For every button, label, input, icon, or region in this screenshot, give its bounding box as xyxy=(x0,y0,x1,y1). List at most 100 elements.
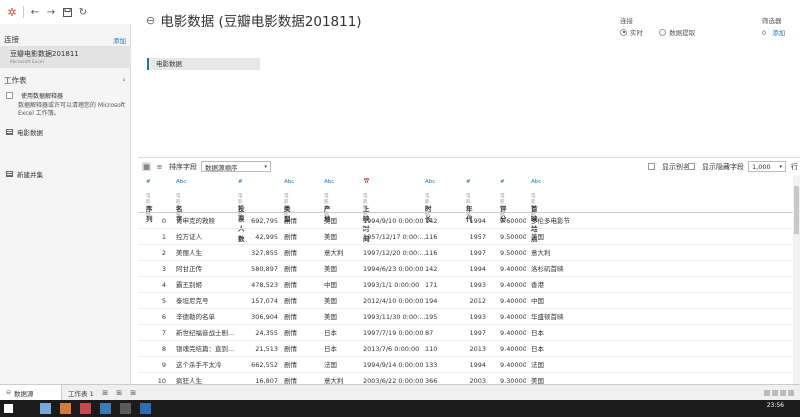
table-row[interactable]: 0 肖申克的救赎 692,795 剧情 美国 1994/9/10 0:00:00 142 19… xyxy=(138,213,793,229)
table-cell: 9.60000 xyxy=(500,217,526,225)
rows-select[interactable]: 1,000 ▾ xyxy=(748,161,786,172)
table-row[interactable]: 6 辛德勒的名单 306,904 剧情 美国 1993/11/30 0:00:... 195… xyxy=(138,309,793,325)
sort-select[interactable]: 数据源顺序 ▾ xyxy=(201,161,271,172)
windows-taskbar: 23:56 xyxy=(0,400,800,417)
table-row[interactable]: 9 这个杀手不太冷 662,552 剧情 法国 1994/9/14 0:00:00 133 1… xyxy=(138,357,793,373)
forward-arrow-icon[interactable]: → xyxy=(43,4,59,20)
chevron-down-icon: ▾ xyxy=(264,163,267,170)
table-cell: 9.40000 xyxy=(500,361,526,369)
page-title[interactable]: 电影数据 (豆瓣电影数据201811) xyxy=(160,10,361,30)
sort-value: 数据源顺序 xyxy=(205,163,238,172)
filters-label: 筛选器 xyxy=(762,17,782,25)
start-icon[interactable] xyxy=(4,404,13,413)
taskbar-app-icon[interactable] xyxy=(80,403,91,414)
table-cell: 中国 xyxy=(531,297,544,305)
column-type-icon: # xyxy=(500,179,505,185)
new-story-icon[interactable]: ⊞ xyxy=(128,388,139,397)
union-icon xyxy=(6,171,13,177)
table-cell: 1994 xyxy=(469,217,486,225)
table-row[interactable]: 7 新世纪福音战士剧... 24,355 剧情 日本 1997/7/19 0:00:00 8… xyxy=(138,325,793,341)
back-arrow-icon[interactable]: ← xyxy=(27,4,43,20)
vertical-scrollbar[interactable] xyxy=(793,176,800,384)
table-cell: 剧情 xyxy=(284,217,297,225)
interpreter-checkbox[interactable] xyxy=(6,92,13,99)
table-cell: 剧情 xyxy=(284,249,297,257)
table-cell: 华盛顿首映 xyxy=(531,313,564,321)
table-cell: 171 xyxy=(425,281,438,289)
taskbar-app-icon[interactable] xyxy=(140,403,151,414)
main-toolbar: ✲ ← → ↻ xyxy=(0,0,138,24)
table-cell: 1994/9/10 0:00:00 xyxy=(363,217,424,225)
show-alias-option[interactable]: 显示别名 xyxy=(648,162,690,172)
prev-tab-icon[interactable] xyxy=(772,389,778,396)
search-icon[interactable]: ⌕ xyxy=(122,76,126,85)
connection-item[interactable]: 豆瓣电影数据201811 Microsoft Excel xyxy=(0,46,131,68)
table-cell: 8 xyxy=(161,345,166,353)
taskbar-app-icon[interactable] xyxy=(40,403,51,414)
table-cell: 662,552 xyxy=(251,361,278,369)
add-connection-link[interactable]: 添加 xyxy=(113,35,126,45)
tableau-logo-icon[interactable]: ✲ xyxy=(4,4,20,20)
live-option[interactable]: 实时 xyxy=(620,27,643,37)
table-cell: 1997/12/20 0:00:... xyxy=(363,249,425,257)
table-cell: 1997 xyxy=(469,329,486,337)
table-cell: 美国 xyxy=(324,313,337,321)
table-cell: 1994/9/14 0:00:00 xyxy=(363,361,424,369)
data-interpreter-option[interactable]: 使用数据解释器 xyxy=(6,91,63,100)
table-row[interactable]: 3 阿甘正传 580,897 剧情 美国 1994/6/23 0:00:00 142 1994… xyxy=(138,261,793,277)
grid-view-icon[interactable]: ▦ xyxy=(142,162,151,171)
save-icon[interactable] xyxy=(59,4,75,20)
datasource-icon: ⊖ xyxy=(6,389,12,396)
sheet-tab-bar: ⊖ 数据源 工作表 1 ⊞ ⊞ ⊞ xyxy=(0,384,800,401)
taskbar-app-icon[interactable] xyxy=(100,403,111,414)
new-dashboard-icon[interactable]: ⊞ xyxy=(114,388,125,397)
table-cell: 1994 xyxy=(469,265,486,273)
next-tab-icon[interactable] xyxy=(780,389,786,396)
table-cell: 日本 xyxy=(531,345,544,353)
sheet-item-movie-data[interactable]: 电影数据 xyxy=(6,127,43,137)
table-cell: 42,995 xyxy=(255,233,278,241)
table-cell: 美丽人生 xyxy=(176,249,202,257)
table-cell: 辛德勒的名单 xyxy=(176,313,215,321)
table-row[interactable]: 5 泰坦尼克号 157,074 剧情 美国 2012/4/10 0:00:00 194 201… xyxy=(138,293,793,309)
list-view-icon[interactable]: ≡ xyxy=(155,162,164,171)
taskbar-app-icon[interactable] xyxy=(120,403,131,414)
taskbar-clock[interactable]: 23:56 xyxy=(767,402,784,409)
refresh-icon[interactable]: ↻ xyxy=(75,4,91,20)
extract-option[interactable]: 数据提取 xyxy=(659,27,695,37)
tab-datasource[interactable]: ⊖ 数据源 xyxy=(0,384,62,401)
table-cell: 9.40000 xyxy=(500,313,526,321)
tab-sheet1[interactable]: 工作表 1 xyxy=(62,385,100,401)
table-cell: 1957/12/17 0:00:... xyxy=(363,233,425,241)
show-hidden-checkbox[interactable] xyxy=(688,163,695,170)
table-cell: 肖申克的救赎 xyxy=(176,217,215,225)
table-cell: 9.50000 xyxy=(500,233,526,241)
table-row[interactable]: 2 美丽人生 327,855 剧情 意大利 1997/12/20 0:00:... 116 1… xyxy=(138,245,793,261)
new-union-item[interactable]: 新建并集 xyxy=(6,169,43,179)
first-tab-icon[interactable] xyxy=(764,389,770,396)
table-row[interactable]: 4 霸王别姬 478,523 剧情 中国 1993/1/1 0:00:00 171 1993 9… xyxy=(138,277,793,293)
add-filter-link[interactable]: 添加 xyxy=(772,29,785,37)
taskbar-app-icon[interactable] xyxy=(60,403,71,414)
scroll-thumb[interactable] xyxy=(794,186,799,234)
chevron-down-icon: ▾ xyxy=(779,163,782,170)
table-cell: 美国 xyxy=(531,233,544,241)
table-cell: 133 xyxy=(425,361,438,369)
table-cell: 9.40000 xyxy=(500,345,526,353)
connection-mode-label: 连接 xyxy=(620,17,633,25)
table-cell: 306,904 xyxy=(251,313,278,321)
table-cell: 142 xyxy=(425,217,438,225)
new-sheet-icon[interactable]: ⊞ xyxy=(100,388,111,397)
show-hidden-option[interactable]: 显示隐藏字段 xyxy=(688,162,744,172)
show-alias-checkbox[interactable] xyxy=(648,163,655,170)
table-cell: 1993/1/1 0:00:00 xyxy=(363,281,420,289)
canvas-table-pill[interactable]: 电影数据 xyxy=(147,58,260,70)
last-tab-icon[interactable] xyxy=(788,389,794,396)
table-cell: 美国 xyxy=(324,265,337,273)
table-row[interactable]: 8 银魂完结篇：直到... 21,513 剧情 日本 2013/7/6 0:00:00 11… xyxy=(138,341,793,357)
live-radio[interactable] xyxy=(620,28,627,36)
table-row[interactable]: 1 控方证人 42,995 剧情 美国 1957/12/17 0:00:... 116 195… xyxy=(138,229,793,245)
extract-radio[interactable] xyxy=(659,28,667,36)
datasource-title-area: ⊖ 电影数据 (豆瓣电影数据201811) xyxy=(146,10,362,31)
tableau-window: ✲ ← → ↻ 连接 添加 豆瓣电影数据201811 Microsoft Exc… xyxy=(0,0,800,417)
